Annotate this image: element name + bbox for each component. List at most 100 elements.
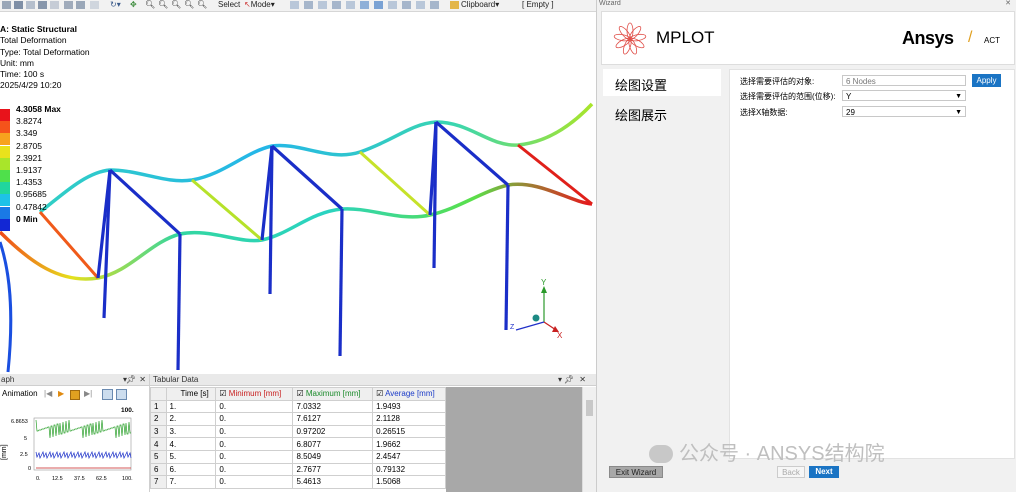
- toolbar-icon-11[interactable]: [318, 1, 327, 9]
- toolbar-icon-14[interactable]: [360, 1, 369, 9]
- step-forward-icon[interactable]: ▶|: [84, 387, 92, 401]
- xaxis-select[interactable]: 29 ▼: [842, 106, 966, 117]
- zoom-out-icon[interactable]: 🔍︎: [197, 0, 207, 10]
- toolbar-icon-4[interactable]: [38, 1, 47, 9]
- object-field[interactable]: 6 Nodes: [842, 75, 966, 86]
- apply-button[interactable]: Apply: [972, 74, 1001, 87]
- column-header[interactable]: Time [s]: [165, 387, 217, 401]
- watermark-text: 公众号 · ANSYS结构院: [679, 443, 885, 465]
- table-row[interactable]: 2 2. 0. 7.6127 2.1128: [150, 412, 446, 426]
- table-row[interactable]: 3 3. 0. 0.97202 0.26515: [150, 424, 446, 439]
- chevron-down-icon[interactable]: ▾: [558, 374, 562, 385]
- graph-plot[interactable]: [mm] 6.8653 5 2.5 0 0. 12.5 37.5 62.5 100.: [0, 414, 149, 492]
- frames-icon[interactable]: [102, 389, 113, 400]
- toolbar-icon-18[interactable]: [416, 1, 425, 9]
- legend-label: 2.3921: [16, 152, 42, 163]
- checkbox-icon[interactable]: ☑: [296, 389, 305, 398]
- stop-icon[interactable]: [70, 390, 80, 400]
- column-header-label: Minimum [mm]: [228, 389, 282, 399]
- table-scrollbar[interactable]: [582, 387, 597, 492]
- column-header[interactable]: ☑ Maximum [mm]: [292, 387, 374, 401]
- nav-plot-display[interactable]: 绘图展示: [603, 99, 721, 126]
- table-row[interactable]: 4 4. 0. 6.8077 1.9662: [150, 437, 446, 451]
- export-icon[interactable]: [116, 389, 127, 400]
- table-row[interactable]: 5 5. 0. 8.5049 2.4547: [150, 449, 446, 464]
- toolbar-icon-6[interactable]: [64, 1, 73, 9]
- legend-swatch: [0, 157, 10, 170]
- column-header-label: Time [s]: [180, 389, 209, 399]
- contour-legend[interactable]: 4.3058 Max 3.8274 3.349 2.8705 2.3921 1.9137 1…: [0, 104, 70, 233]
- next-button[interactable]: Next: [809, 466, 839, 478]
- close-icon[interactable]: ✕: [1005, 0, 1011, 7]
- xaxis-label: 选择X轴数据:: [740, 108, 788, 117]
- clipboard-menu[interactable]: Clipboard▾: [461, 0, 499, 10]
- object-label: 选择需要评估的对象:: [740, 77, 815, 86]
- checkbox-icon[interactable]: ☑: [219, 389, 228, 398]
- toolbar-icon-10[interactable]: [304, 1, 313, 9]
- range-select[interactable]: Y ▼: [842, 90, 966, 101]
- nav-plot-settings[interactable]: 绘图设置: [603, 69, 721, 96]
- table-cell: 0.: [215, 424, 294, 439]
- zoom-fit-icon[interactable]: 🔍︎: [171, 0, 181, 10]
- toolbar-icon-8[interactable]: [90, 1, 99, 9]
- graph-y-min: 0: [28, 466, 31, 472]
- result-date: 2025/4/29 10:20: [0, 80, 62, 91]
- toolbar-icon-19[interactable]: [430, 1, 439, 9]
- mode-button[interactable]: ↖Mode▾: [244, 0, 275, 10]
- table-cell: 4.: [165, 437, 217, 451]
- toolbar-icon-13[interactable]: [346, 1, 355, 9]
- chevron-down-icon: ▼: [955, 93, 962, 100]
- table-row[interactable]: 7 7. 0. 5.4613 1.5068: [150, 475, 446, 489]
- toolbar-icon-17[interactable]: [402, 1, 411, 9]
- tabular-title: Tabular Data: [153, 375, 199, 384]
- back-button[interactable]: Back: [777, 466, 805, 478]
- rotate-icon[interactable]: ↻▾: [110, 0, 121, 10]
- graph-y-unit: [mm]: [1, 444, 8, 460]
- table-cell: 5.4613: [292, 475, 374, 489]
- select-button[interactable]: Select: [218, 0, 240, 10]
- chevron-down-icon: ▾: [495, 0, 500, 9]
- pan-icon[interactable]: ✥: [130, 0, 137, 10]
- table-cell: 1: [150, 399, 167, 414]
- pin-icon[interactable]: 📌︎: [126, 374, 136, 385]
- scrollbar-thumb[interactable]: [586, 400, 593, 416]
- toolbar-icon-7[interactable]: [76, 1, 85, 9]
- clipboard-icon[interactable]: [450, 1, 459, 9]
- toolbar-icon-2[interactable]: [14, 1, 23, 9]
- main-toolbar: ↻▾ ✥ 🔍︎ 🔍︎ 🔍︎ 🔍︎ 🔍︎ Select ↖Mode▾ Clipbo…: [0, 0, 596, 12]
- close-icon[interactable]: ✕: [139, 374, 146, 385]
- exit-wizard-button[interactable]: Exit Wizard: [609, 466, 663, 478]
- play-icon[interactable]: ▶: [58, 387, 64, 401]
- toolbar-icon-5[interactable]: [50, 1, 59, 9]
- zoom-icon[interactable]: 🔍︎: [145, 0, 155, 10]
- graphics-viewport[interactable]: Y X Z A: Static Structural Total Deforma…: [0, 12, 596, 374]
- column-header[interactable]: ☑ Minimum [mm]: [215, 387, 294, 401]
- watermark: 公众号 · ANSYS结构院: [649, 437, 989, 465]
- close-icon[interactable]: ✕: [579, 374, 586, 385]
- pin-icon[interactable]: 📌︎: [564, 374, 574, 385]
- table-cell: 1.5068: [372, 475, 446, 489]
- toolbar-icon-12[interactable]: [332, 1, 341, 9]
- legend-label: 1.4353: [16, 177, 42, 188]
- tabular-table[interactable]: Time [s] ☑ Minimum [mm] ☑ Maximum [mm] ☑ Av…: [150, 387, 446, 489]
- brace: [517, 143, 593, 206]
- table-row[interactable]: 1 1. 0. 7.0332 1.9493: [150, 399, 446, 414]
- graph-y-mid: 5: [24, 436, 27, 442]
- toolbar-icon-3[interactable]: [26, 1, 35, 9]
- coordinate-triad: [515, 286, 559, 332]
- table-header-row: Time [s] ☑ Minimum [mm] ☑ Maximum [mm] ☑ Av…: [150, 387, 446, 401]
- table-cell: 0.: [215, 412, 294, 426]
- column-header[interactable]: ☑ Average [mm]: [372, 387, 446, 401]
- toolbar-icon-16[interactable]: [388, 1, 397, 9]
- range-value: Y: [846, 92, 852, 101]
- checkbox-icon[interactable]: ☑: [376, 389, 385, 398]
- toolbar-icon-9[interactable]: [290, 1, 299, 9]
- zoom-box-icon[interactable]: 🔍︎: [158, 0, 168, 10]
- step-back-icon[interactable]: |◀: [44, 387, 52, 401]
- zoom-in-icon[interactable]: 🔍︎: [184, 0, 194, 10]
- legend-label: 0.47842: [16, 201, 47, 212]
- toolbar-icon-1[interactable]: [2, 1, 11, 9]
- table-cell: 1.9662: [372, 437, 446, 451]
- table-row[interactable]: 6 6. 0. 2.7677 0.79132: [150, 462, 446, 477]
- toolbar-icon-15[interactable]: [374, 1, 383, 9]
